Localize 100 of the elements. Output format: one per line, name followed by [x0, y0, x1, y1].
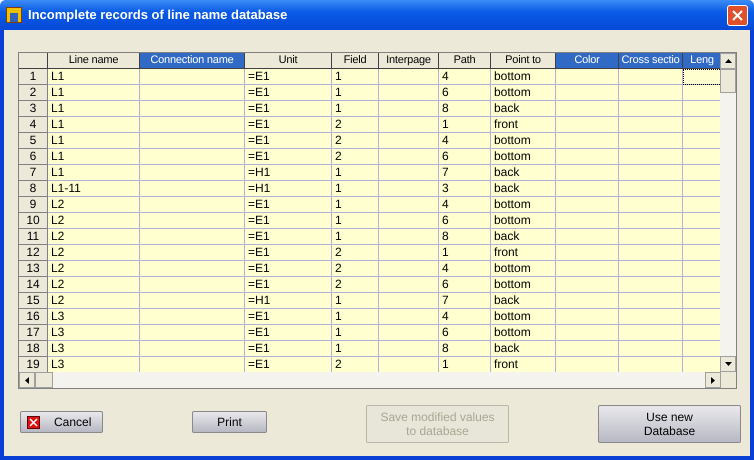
table-cell [556, 357, 619, 372]
table-cell: L1 [48, 149, 140, 165]
table-cell: L2 [48, 245, 140, 261]
scroll-right-button[interactable] [705, 372, 721, 388]
table-cell: 1 [332, 309, 379, 325]
table-cell [619, 165, 683, 181]
table-cell: =E1 [245, 341, 332, 357]
table-cell [379, 69, 439, 85]
table-cell: 7 [439, 293, 491, 309]
print-button[interactable]: Print [192, 411, 267, 433]
table-cell [619, 133, 683, 149]
scroll-thumb[interactable] [720, 69, 736, 93]
table-cell [556, 213, 619, 229]
table-cell: bottom [491, 325, 556, 341]
table-cell: 2 [332, 357, 379, 372]
column-header[interactable]: Color [556, 53, 619, 69]
column-header[interactable]: Leng [683, 53, 720, 69]
table-cell: =E1 [245, 309, 332, 325]
table-cell [556, 181, 619, 197]
horizontal-scrollbar[interactable] [19, 372, 721, 388]
table-cell: =E1 [245, 197, 332, 213]
row-header: 7 [19, 165, 48, 181]
column-header[interactable]: Path [439, 53, 491, 69]
table-cell: 4 [439, 133, 491, 149]
table-cell [379, 213, 439, 229]
column-header[interactable]: Field [332, 53, 379, 69]
row-header: 2 [19, 85, 48, 101]
table-cell: bottom [491, 261, 556, 277]
column-header[interactable]: Interpage [379, 53, 439, 69]
vertical-scrollbar[interactable] [720, 53, 736, 372]
column-header[interactable]: Point to [491, 53, 556, 69]
table-cell [379, 117, 439, 133]
scroll-left-button[interactable] [19, 372, 35, 388]
table-cell: L1-11 [48, 181, 140, 197]
column-header[interactable]: Unit [245, 53, 332, 69]
table-cell [683, 309, 720, 325]
table-cell: L1 [48, 101, 140, 117]
table-cell [683, 277, 720, 293]
table-cell [379, 133, 439, 149]
close-button[interactable] [727, 4, 748, 26]
column-header[interactable]: Connection name [140, 53, 245, 69]
table-cell: =E1 [245, 117, 332, 133]
cancel-button[interactable]: Cancel [20, 411, 103, 433]
table-cell [556, 261, 619, 277]
table-cell [619, 197, 683, 213]
table-cell [683, 149, 720, 165]
table-cell [683, 341, 720, 357]
table-cell: back [491, 181, 556, 197]
table-cell [619, 149, 683, 165]
table-cell: 1 [332, 213, 379, 229]
table-cell [379, 293, 439, 309]
column-header[interactable]: Line name [48, 53, 140, 69]
table-cell [556, 197, 619, 213]
scroll-down-button[interactable] [720, 356, 736, 372]
table-cell: 1 [332, 341, 379, 357]
table-cell: bottom [491, 277, 556, 293]
table-cell: L2 [48, 229, 140, 245]
table-cell [683, 197, 720, 213]
table-cell [556, 277, 619, 293]
row-header: 1 [19, 69, 48, 85]
row-header: 15 [19, 293, 48, 309]
table-cell [556, 341, 619, 357]
table-cell: front [491, 245, 556, 261]
table-cell [556, 293, 619, 309]
table-cell [556, 229, 619, 245]
table-cell: 3 [439, 181, 491, 197]
table-cell: L1 [48, 133, 140, 149]
table-cell [619, 181, 683, 197]
window-title: Incomplete records of line name database [28, 6, 288, 24]
table-cell [379, 277, 439, 293]
table-cell: 1 [332, 197, 379, 213]
table-cell: =E1 [245, 133, 332, 149]
table-cell: L3 [48, 341, 140, 357]
table-cell: L1 [48, 165, 140, 181]
table-cell [379, 101, 439, 117]
table-cell: L3 [48, 357, 140, 372]
column-header[interactable]: Cross sectio [619, 53, 683, 69]
table-cell: =E1 [245, 245, 332, 261]
table-cell [683, 133, 720, 149]
table-cell: L3 [48, 309, 140, 325]
table-cell: 1 [439, 357, 491, 372]
table-cell [556, 245, 619, 261]
table-cell [619, 213, 683, 229]
table-cell: L3 [48, 325, 140, 341]
table-cell: 1 [332, 325, 379, 341]
scroll-thumb[interactable] [35, 372, 53, 388]
right-arrow-icon [711, 376, 715, 384]
table-cell [379, 85, 439, 101]
scroll-up-button[interactable] [720, 53, 736, 69]
table-cell: back [491, 341, 556, 357]
app-icon [6, 7, 22, 23]
table-cell: 1 [332, 101, 379, 117]
row-header: 16 [19, 309, 48, 325]
table-cell [556, 101, 619, 117]
row-header: 3 [19, 101, 48, 117]
table-cell: =E1 [245, 357, 332, 372]
row-header: 11 [19, 229, 48, 245]
table-cell: bottom [491, 149, 556, 165]
table-cell: 6 [439, 325, 491, 341]
table-cell [683, 229, 720, 245]
